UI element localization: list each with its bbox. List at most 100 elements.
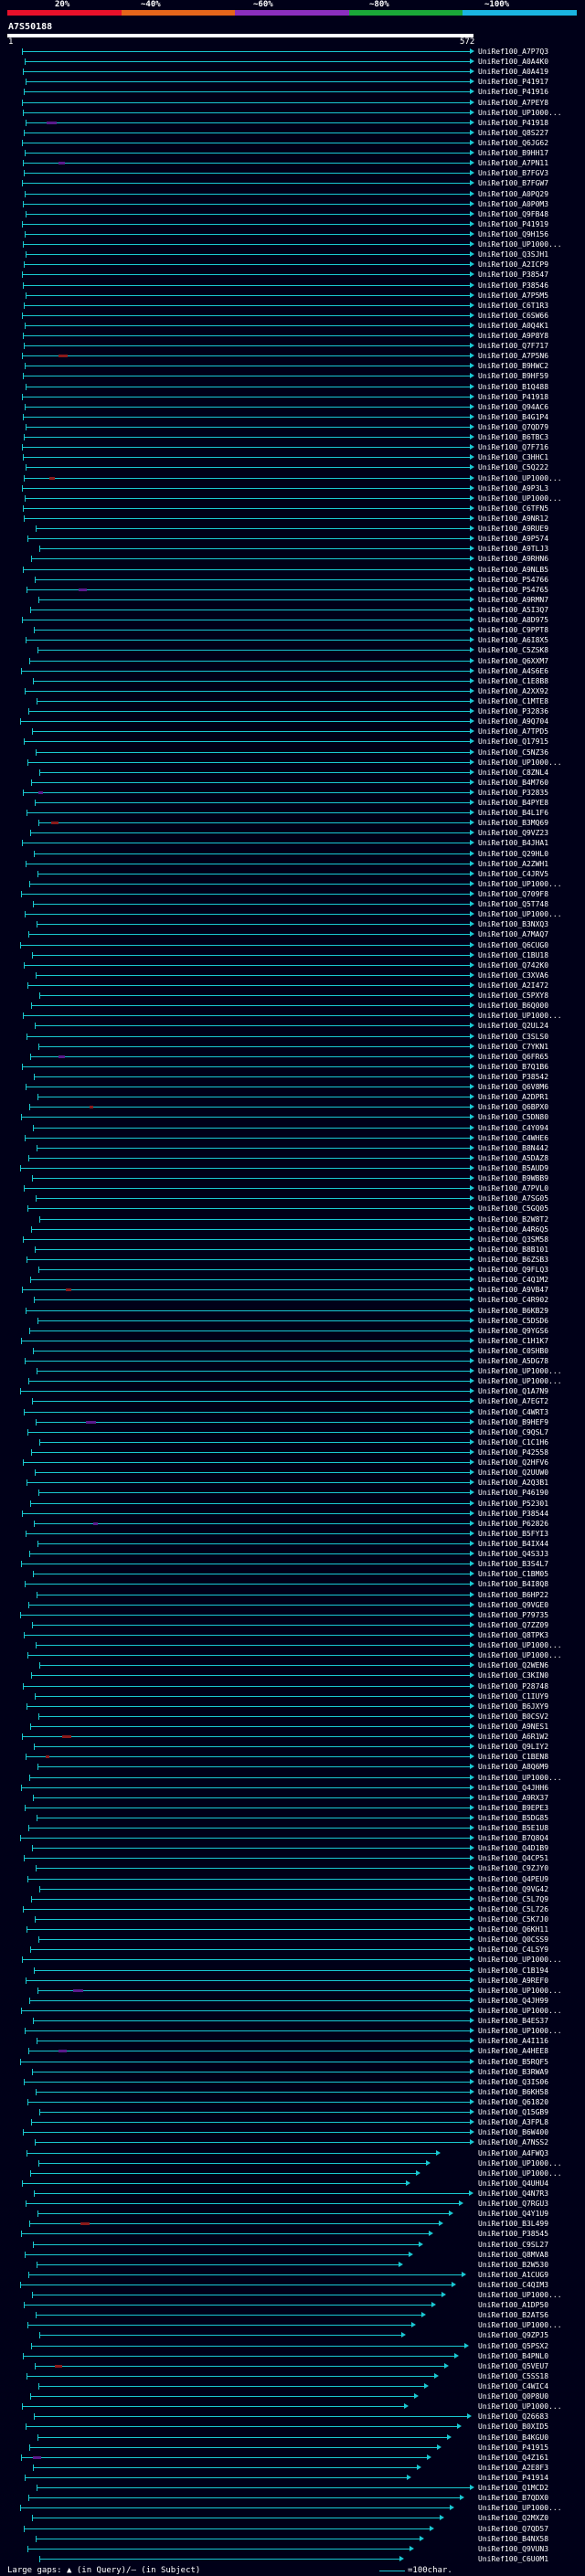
hit-row[interactable]: UniRef100_A0A419 xyxy=(0,68,585,76)
hit-row[interactable]: UniRef100_Q9H156 xyxy=(0,230,585,239)
hit-label[interactable]: UniRef100_Q4PEU9 xyxy=(478,1875,548,1883)
hit-label[interactable]: UniRef100_Q9VZ23 xyxy=(478,829,548,837)
hit-row[interactable]: UniRef100_Q26683 xyxy=(0,2412,585,2421)
hit-label[interactable]: UniRef100_Q2MXZ0 xyxy=(478,2514,548,2522)
hit-label[interactable]: UniRef100_A9Q704 xyxy=(478,717,548,726)
hit-label[interactable]: UniRef100_C4JRV5 xyxy=(478,870,548,878)
hit-row[interactable]: UniRef100_A9P3L3 xyxy=(0,484,585,493)
hit-row[interactable]: UniRef100_B4L1F6 xyxy=(0,809,585,817)
hit-label[interactable]: UniRef100_Q9VUN3 xyxy=(478,2545,548,2553)
hit-label[interactable]: UniRef100_Q7F716 xyxy=(478,443,548,451)
hit-label[interactable]: UniRef100_A9NES1 xyxy=(478,1723,548,1731)
hit-row[interactable]: UniRef100_B4M760 xyxy=(0,779,585,787)
hit-label[interactable]: UniRef100_P38544 xyxy=(478,1510,548,1518)
hit-row[interactable]: UniRef100_UP1000... xyxy=(0,880,585,888)
hit-label[interactable]: UniRef100_UP1000... xyxy=(478,1367,562,1375)
hit-label[interactable]: UniRef100_A0A4K0 xyxy=(478,58,548,66)
hit-label[interactable]: UniRef100_B7Q8Q4 xyxy=(478,1834,548,1842)
hit-label[interactable]: UniRef100_UP1000... xyxy=(478,910,562,918)
hit-label[interactable]: UniRef100_B4PNL0 xyxy=(478,2352,548,2360)
hit-row[interactable]: UniRef100_P79735 xyxy=(0,1611,585,1619)
hit-label[interactable]: UniRef100_Q3SJH1 xyxy=(478,250,548,259)
hit-row[interactable]: UniRef100_B8N442 xyxy=(0,1144,585,1152)
hit-label[interactable]: UniRef100_P41914 xyxy=(478,2474,548,2482)
hit-label[interactable]: UniRef100_A4S6E6 xyxy=(478,667,548,675)
hit-row[interactable]: UniRef100_B4PYE8 xyxy=(0,799,585,807)
hit-row[interactable]: UniRef100_Q6KH11 xyxy=(0,1925,585,1934)
hit-label[interactable]: UniRef100_A4I116 xyxy=(478,2037,548,2045)
hit-label[interactable]: UniRef100_Q6BPX0 xyxy=(478,1103,548,1111)
hit-row[interactable]: UniRef100_B9WBB9 xyxy=(0,1174,585,1182)
hit-label[interactable]: UniRef100_UP1000... xyxy=(478,758,562,767)
hit-label[interactable]: UniRef100_A6I8X5 xyxy=(478,636,548,644)
hit-label[interactable]: UniRef100_A9P8Y8 xyxy=(478,332,548,340)
hit-row[interactable]: UniRef100_A2I472 xyxy=(0,981,585,990)
hit-label[interactable]: UniRef100_C5K7J0 xyxy=(478,1915,548,1924)
hit-row[interactable]: UniRef100_A9NES1 xyxy=(0,1723,585,1731)
hit-label[interactable]: UniRef100_UP1000... xyxy=(478,2321,562,2329)
hit-label[interactable]: UniRef100_Q4UHU4 xyxy=(478,2179,548,2188)
hit-label[interactable]: UniRef100_Q9VGE0 xyxy=(478,1601,548,1609)
hit-row[interactable]: UniRef100_P54766 xyxy=(0,576,585,584)
hit-row[interactable]: UniRef100_A5DAZ8 xyxy=(0,1154,585,1162)
hit-row[interactable]: UniRef100_B7FGW7 xyxy=(0,179,585,187)
hit-label[interactable]: UniRef100_C9PPT8 xyxy=(478,626,548,634)
hit-label[interactable]: UniRef100_A7PN11 xyxy=(478,159,548,167)
hit-label[interactable]: UniRef100_Q4D1B9 xyxy=(478,1844,548,1852)
hit-row[interactable]: UniRef100_A6R1W2 xyxy=(0,1733,585,1741)
hit-label[interactable]: UniRef100_C1MTE8 xyxy=(478,697,548,705)
hit-label[interactable]: UniRef100_Q9VG42 xyxy=(478,1885,548,1893)
hit-label[interactable]: UniRef100_C7YKN1 xyxy=(478,1043,548,1051)
hit-label[interactable]: UniRef100_C4WRT3 xyxy=(478,1408,548,1416)
hit-label[interactable]: UniRef100_A1CUG9 xyxy=(478,2271,548,2279)
hit-row[interactable]: UniRef100_Q4UHU4 xyxy=(0,2179,585,2188)
hit-row[interactable]: UniRef100_C5K7J0 xyxy=(0,1915,585,1924)
hit-row[interactable]: UniRef100_C9QSL7 xyxy=(0,1428,585,1436)
hit-row[interactable]: UniRef100_B7Q8Q4 xyxy=(0,1834,585,1842)
hit-label[interactable]: UniRef100_A1DP50 xyxy=(478,2301,548,2309)
hit-row[interactable]: UniRef100_B5FYI3 xyxy=(0,1530,585,1538)
hit-row[interactable]: UniRef100_C1BU18 xyxy=(0,951,585,959)
hit-row[interactable]: UniRef100_A6I8X5 xyxy=(0,636,585,644)
hit-row[interactable]: UniRef100_Q3SM58 xyxy=(0,1235,585,1244)
hit-label[interactable]: UniRef100_Q8TPK3 xyxy=(478,1631,548,1639)
hit-row[interactable]: UniRef100_UP1000... xyxy=(0,474,585,482)
hit-label[interactable]: UniRef100_P28748 xyxy=(478,1682,548,1691)
hit-label[interactable]: UniRef100_A7P5N6 xyxy=(478,352,548,360)
hit-row[interactable]: UniRef100_B4ES37 xyxy=(0,2017,585,2025)
hit-label[interactable]: UniRef100_B6TBC3 xyxy=(478,433,548,441)
hit-label[interactable]: UniRef100_Q1MCD2 xyxy=(478,2484,548,2492)
hit-label[interactable]: UniRef100_C6T1R3 xyxy=(478,302,548,310)
hit-row[interactable]: UniRef100_Q5VEU7 xyxy=(0,2362,585,2370)
hit-row[interactable]: UniRef100_P46190 xyxy=(0,1489,585,1497)
hit-label[interactable]: UniRef100_C1BU18 xyxy=(478,951,548,959)
hit-row[interactable]: UniRef100_Q7F717 xyxy=(0,342,585,350)
hit-row[interactable]: UniRef100_A9RMN7 xyxy=(0,596,585,604)
hit-label[interactable]: UniRef100_C1H1K7 xyxy=(478,1337,548,1345)
hit-row[interactable]: UniRef100_C4QIM3 xyxy=(0,2281,585,2289)
hit-row[interactable]: UniRef100_C3XVA6 xyxy=(0,971,585,980)
hit-row[interactable]: UniRef100_A9REF0 xyxy=(0,1977,585,1985)
hit-row[interactable]: UniRef100_C6T1R3 xyxy=(0,302,585,310)
hit-label[interactable]: UniRef100_B4I8Q8 xyxy=(478,1580,548,1588)
hit-label[interactable]: UniRef100_C5L726 xyxy=(478,1905,548,1913)
hit-label[interactable]: UniRef100_Q7QD79 xyxy=(478,423,548,431)
hit-row[interactable]: UniRef100_Q9LIY2 xyxy=(0,1743,585,1751)
hit-row[interactable]: UniRef100_B6Q000 xyxy=(0,1002,585,1010)
hit-label[interactable]: UniRef100_P52301 xyxy=(478,1500,548,1508)
hit-label[interactable]: UniRef100_UP1000... xyxy=(478,1012,562,1020)
hit-label[interactable]: UniRef100_Q17915 xyxy=(478,737,548,746)
hit-label[interactable]: UniRef100_A0Q4K1 xyxy=(478,322,548,330)
hit-label[interactable]: UniRef100_Q2UUW0 xyxy=(478,1468,548,1477)
hit-row[interactable]: UniRef100_B2W8T2 xyxy=(0,1215,585,1224)
hit-row[interactable]: UniRef100_C4R902 xyxy=(0,1296,585,1304)
hit-row[interactable]: UniRef100_Q9VG42 xyxy=(0,1885,585,1893)
hit-label[interactable]: UniRef100_P41919 xyxy=(478,220,548,228)
hit-row[interactable]: UniRef100_UP1000... xyxy=(0,1012,585,1020)
hit-label[interactable]: UniRef100_C1E8B8 xyxy=(478,677,548,685)
hit-row[interactable]: UniRef100_Q7ZZ09 xyxy=(0,1621,585,1629)
hit-row[interactable]: UniRef100_C4Q1M2 xyxy=(0,1276,585,1284)
hit-row[interactable]: UniRef100_A2E8F3 xyxy=(0,2464,585,2472)
hit-row[interactable]: UniRef100_A4S6E6 xyxy=(0,667,585,675)
hit-label[interactable]: UniRef100_B4NX58 xyxy=(478,2535,548,2543)
